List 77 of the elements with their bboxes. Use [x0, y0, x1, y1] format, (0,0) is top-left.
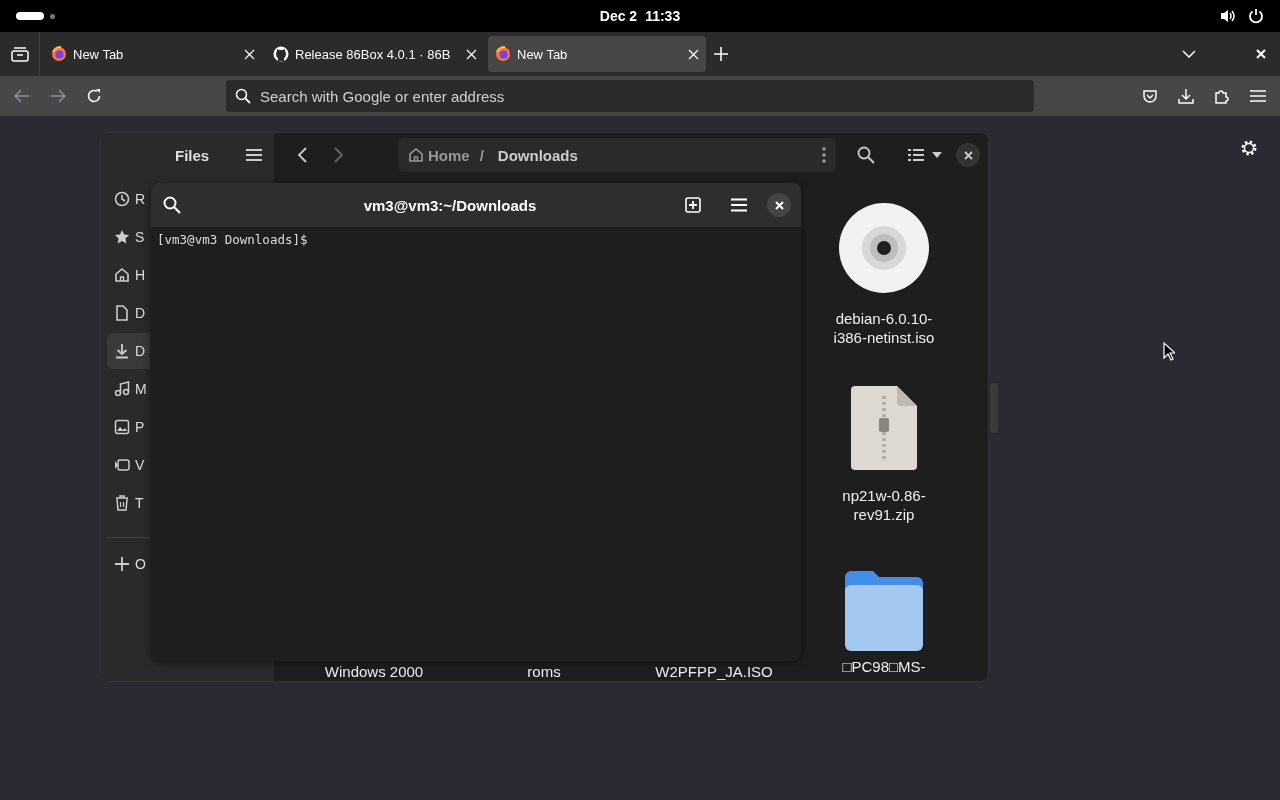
- sidebar-item[interactable]: D: [107, 295, 150, 331]
- new-tab-icon[interactable]: [685, 197, 701, 213]
- reload-icon[interactable]: [86, 88, 102, 104]
- window-title: Files: [175, 146, 210, 164]
- mouse-pointer-icon: [1163, 342, 1175, 361]
- browser-tab[interactable]: New Tab: [488, 36, 706, 72]
- browser-tab[interactable]: New Tab: [44, 36, 262, 72]
- browser-logo-icon: [51, 46, 67, 62]
- camera-icon: [114, 457, 130, 473]
- time-label[interactable]: 11:33: [645, 8, 681, 24]
- download-icon[interactable]: [1178, 88, 1194, 104]
- sidebar-item[interactable]: H: [107, 257, 150, 293]
- browser-tab[interactable]: Release 86Box 4.0.1 · 86B: [266, 36, 484, 72]
- address-field[interactable]: Search with Google or enter address: [226, 80, 1034, 112]
- forward-icon[interactable]: [333, 147, 343, 163]
- search-icon: [235, 88, 251, 104]
- chevron-down-icon[interactable]: [1182, 50, 1196, 58]
- close-icon[interactable]: [688, 48, 699, 60]
- sidebar-item[interactable]: D: [107, 333, 150, 369]
- image-icon: [114, 419, 130, 435]
- sidebar-item[interactable]: M: [107, 371, 150, 407]
- window-title: vm3@vm3:~/Downloads: [363, 196, 537, 214]
- file-name[interactable]: debian-6.0.10-i386-netinst.iso: [824, 309, 944, 347]
- trash-icon: [114, 495, 130, 511]
- close-icon[interactable]: [244, 48, 255, 60]
- folder-icon[interactable]: [845, 571, 923, 651]
- document-icon: [114, 305, 130, 321]
- close-icon[interactable]: [466, 48, 477, 60]
- star-icon: [114, 229, 130, 245]
- disc-icon[interactable]: [839, 203, 929, 293]
- power-icon[interactable]: [1248, 8, 1264, 24]
- new-tab-icon[interactable]: [714, 47, 728, 61]
- date-label[interactable]: Dec 2: [599, 8, 638, 24]
- music-note-icon: [114, 381, 130, 397]
- file-name[interactable]: □PC98□MS-: [809, 657, 959, 676]
- search-icon[interactable]: [857, 146, 875, 164]
- pocket-icon[interactable]: [1142, 88, 1158, 104]
- home-icon: [114, 267, 130, 283]
- plus-icon: [114, 556, 130, 572]
- file-name[interactable]: Windows 2000: [299, 662, 449, 681]
- close-button[interactable]: [956, 143, 980, 167]
- sidebar-item[interactable]: O: [107, 546, 150, 582]
- list-view-icon[interactable]: [908, 148, 924, 162]
- browser-logo-icon: [495, 46, 511, 62]
- file-name[interactable]: np21w-0.86-rev91.zip: [824, 486, 944, 524]
- sidebar-item[interactable]: S: [107, 219, 150, 255]
- cat-logo-icon: [273, 46, 289, 62]
- close-icon[interactable]: [1256, 49, 1266, 59]
- terminal-prompt: [vm3@vm3 Downloads]$: [157, 232, 308, 247]
- activities-indicator[interactable]: [16, 12, 44, 20]
- volume-icon[interactable]: [1220, 8, 1236, 24]
- clock-icon: [114, 191, 130, 207]
- sidebar-item[interactable]: P: [107, 409, 150, 445]
- search-icon[interactable]: [163, 196, 181, 214]
- sidebar-item[interactable]: T: [107, 485, 150, 521]
- back-icon[interactable]: [297, 147, 307, 163]
- more-options-icon[interactable]: [822, 147, 826, 163]
- close-icon: [774, 200, 784, 210]
- tab-overview-icon[interactable]: [10, 46, 29, 62]
- file-name[interactable]: W2PFPP_JA.ISO: [639, 662, 789, 681]
- menu-icon[interactable]: [246, 148, 262, 162]
- forward-icon[interactable]: [50, 89, 66, 103]
- home-icon: [408, 147, 424, 163]
- download-icon: [114, 343, 130, 359]
- breadcrumb[interactable]: Home: [408, 146, 470, 164]
- breadcrumb[interactable]: Downloads: [497, 146, 578, 164]
- dropdown-icon[interactable]: [932, 152, 942, 158]
- puzzle-icon[interactable]: [1214, 88, 1230, 104]
- workspace-dot[interactable]: [50, 13, 55, 19]
- settings-icon[interactable]: [1240, 139, 1258, 157]
- close-button[interactable]: [767, 193, 791, 217]
- sidebar-item[interactable]: V: [107, 447, 150, 483]
- close-icon: [963, 150, 973, 160]
- zip-file-icon[interactable]: [851, 386, 917, 470]
- file-name[interactable]: roms: [469, 662, 619, 681]
- sidebar-item[interactable]: R: [107, 181, 150, 217]
- path-separator: /: [479, 146, 484, 164]
